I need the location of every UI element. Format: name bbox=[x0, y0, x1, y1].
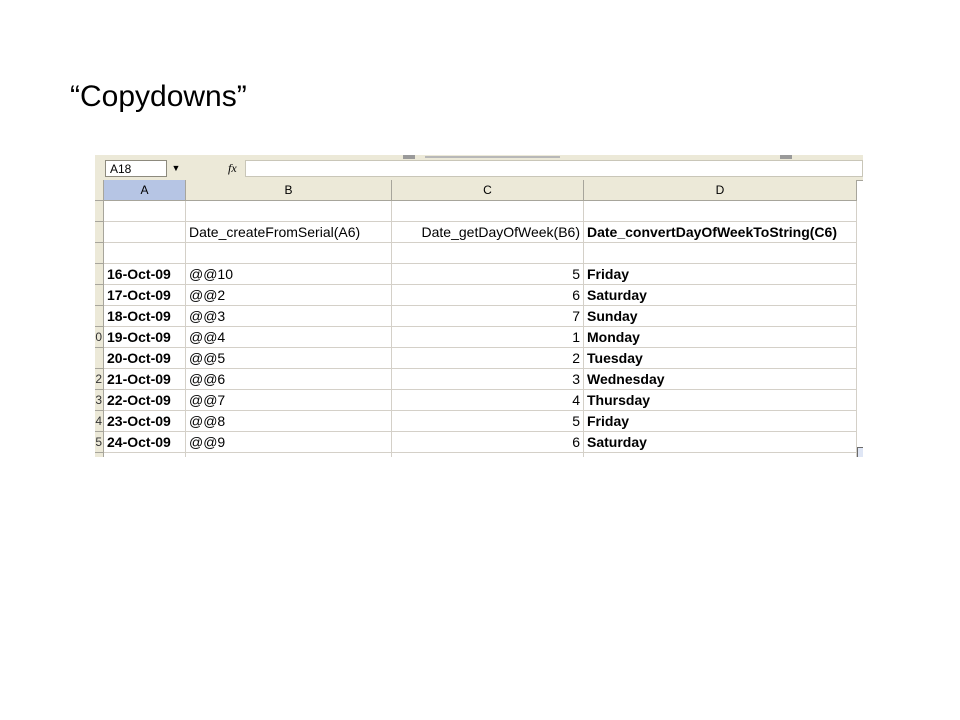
row-number[interactable] bbox=[95, 348, 104, 369]
cell-c[interactable]: 7 bbox=[392, 306, 584, 327]
cell-a[interactable]: 17-Oct-09 bbox=[104, 285, 186, 306]
row-number[interactable] bbox=[95, 285, 104, 306]
cell-b[interactable] bbox=[186, 201, 392, 222]
cell-b[interactable]: @@10 bbox=[186, 264, 392, 285]
paste-options-icon[interactable] bbox=[857, 447, 863, 457]
cell-b[interactable]: @@2 bbox=[186, 285, 392, 306]
toolbar-divider bbox=[425, 156, 560, 158]
row-number[interactable]: 5 bbox=[95, 432, 104, 453]
cell-c[interactable]: 2 bbox=[392, 348, 584, 369]
cell-c[interactable]: 1 bbox=[392, 327, 584, 348]
cell-b[interactable]: @@5 bbox=[186, 348, 392, 369]
row-number[interactable]: 0 bbox=[95, 327, 104, 348]
row-number[interactable] bbox=[95, 264, 104, 285]
cell-d[interactable]: Saturday bbox=[584, 432, 857, 453]
chevron-down-icon[interactable]: ▼ bbox=[168, 160, 184, 177]
row-number[interactable] bbox=[95, 453, 104, 457]
cell-c[interactable]: 4 bbox=[392, 390, 584, 411]
cell-a[interactable]: 24-Oct-09 bbox=[104, 432, 186, 453]
cell-a[interactable]: 23-Oct-09 bbox=[104, 411, 186, 432]
cell-c[interactable]: 6 bbox=[392, 285, 584, 306]
slide-title: “Copydowns” bbox=[70, 80, 247, 113]
cell-c[interactable]: 5 bbox=[392, 411, 584, 432]
cell-a[interactable] bbox=[104, 222, 186, 243]
row-number[interactable]: 2 bbox=[95, 369, 104, 390]
cell-d[interactable]: Friday bbox=[584, 411, 857, 432]
row-number[interactable] bbox=[95, 306, 104, 327]
row-number[interactable] bbox=[95, 222, 104, 243]
cell-a[interactable] bbox=[104, 453, 186, 457]
cell-a[interactable]: 19-Oct-09 bbox=[104, 327, 186, 348]
cell-d[interactable]: Sunday bbox=[584, 306, 857, 327]
cell-b[interactable]: @@7 bbox=[186, 390, 392, 411]
cell-b[interactable]: Date_createFromSerial(A6) bbox=[186, 222, 392, 243]
cell-b[interactable] bbox=[186, 453, 392, 457]
function-icon[interactable]: fx bbox=[228, 160, 242, 177]
cell-b[interactable]: @@9 bbox=[186, 432, 392, 453]
name-box[interactable]: A18 bbox=[105, 160, 167, 177]
cell-b[interactable]: @@4 bbox=[186, 327, 392, 348]
cell-b[interactable]: @@3 bbox=[186, 306, 392, 327]
row-number[interactable] bbox=[95, 243, 104, 264]
row-number[interactable]: 3 bbox=[95, 390, 104, 411]
cell-d[interactable]: Friday bbox=[584, 264, 857, 285]
cell-c[interactable]: 3 bbox=[392, 369, 584, 390]
row-number[interactable] bbox=[95, 201, 104, 222]
cell-a[interactable] bbox=[104, 201, 186, 222]
cell-b[interactable]: @@6 bbox=[186, 369, 392, 390]
cell-a[interactable]: 18-Oct-09 bbox=[104, 306, 186, 327]
cell-a[interactable]: 21-Oct-09 bbox=[104, 369, 186, 390]
cell-d[interactable] bbox=[584, 453, 857, 457]
row-number[interactable]: 4 bbox=[95, 411, 104, 432]
formula-bar: A18 ▼ fx bbox=[95, 159, 863, 181]
cell-d[interactable]: Monday bbox=[584, 327, 857, 348]
cell-d[interactable]: Date_convertDayOfWeekToString(C6) bbox=[584, 222, 857, 243]
select-all-corner[interactable] bbox=[95, 180, 104, 201]
cell-d[interactable] bbox=[584, 243, 857, 264]
column-header-d[interactable]: D bbox=[584, 180, 857, 201]
cell-a[interactable] bbox=[104, 243, 186, 264]
cell-c[interactable]: 5 bbox=[392, 264, 584, 285]
formula-input[interactable] bbox=[245, 160, 863, 177]
column-header-b[interactable]: B bbox=[186, 180, 392, 201]
spreadsheet-window: A18 ▼ fx A B C D Date_createFromSerial(A… bbox=[95, 155, 863, 457]
cell-c[interactable]: 6 bbox=[392, 432, 584, 453]
cell-c[interactable] bbox=[392, 201, 584, 222]
column-header-a[interactable]: A bbox=[104, 180, 186, 201]
cell-d[interactable]: Saturday bbox=[584, 285, 857, 306]
column-header-c[interactable]: C bbox=[392, 180, 584, 201]
cell-d[interactable] bbox=[584, 201, 857, 222]
cell-c[interactable]: Date_getDayOfWeek(B6) bbox=[392, 222, 584, 243]
cell-d[interactable]: Wednesday bbox=[584, 369, 857, 390]
cell-c[interactable] bbox=[392, 243, 584, 264]
cell-a[interactable]: 22-Oct-09 bbox=[104, 390, 186, 411]
cell-a[interactable]: 16-Oct-09 bbox=[104, 264, 186, 285]
cell-c[interactable] bbox=[392, 453, 584, 457]
cell-d[interactable]: Thursday bbox=[584, 390, 857, 411]
cell-a[interactable]: 20-Oct-09 bbox=[104, 348, 186, 369]
cell-b[interactable]: @@8 bbox=[186, 411, 392, 432]
cell-d[interactable]: Tuesday bbox=[584, 348, 857, 369]
cell-b[interactable] bbox=[186, 243, 392, 264]
